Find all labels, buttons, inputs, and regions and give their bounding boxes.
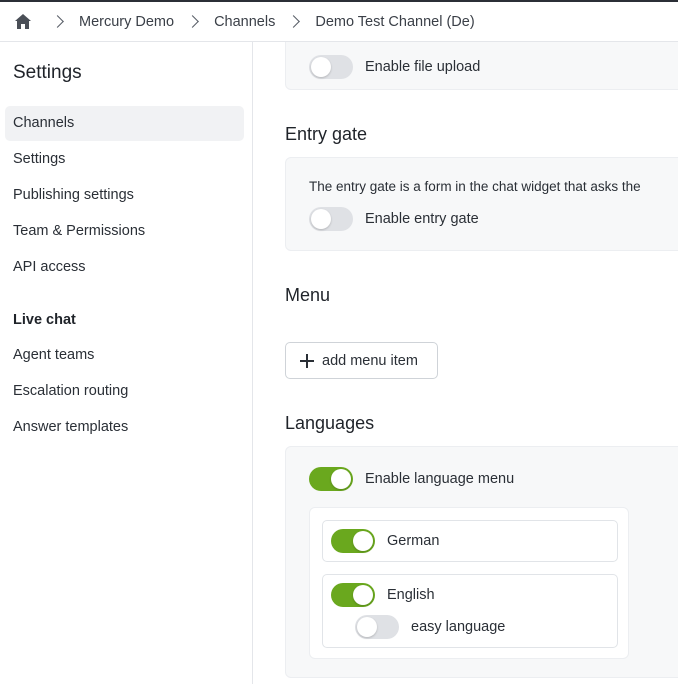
menu-title: Menu [285,285,331,305]
language-list: German English easy language [309,507,629,659]
easy-language-toggle[interactable] [355,615,399,639]
channel-settings-main: Enable file upload Entry gate The entry … [254,42,678,684]
file-upload-label: Enable file upload [365,59,481,75]
sidebar-item-escalation-routing[interactable]: Escalation routing [5,374,244,409]
english-toggle[interactable] [331,583,375,607]
chevron-right-icon [287,15,301,28]
language-item-english: English easy language [322,574,618,648]
language-item-german: German [322,520,618,562]
entry-gate-label: Enable entry gate [365,211,479,227]
add-menu-item-label: add menu item [322,352,418,369]
german-label: German [387,533,440,549]
entry-gate-description: The entry gate is a form in the chat wid… [309,179,641,194]
language-menu-toggle[interactable] [309,467,353,491]
german-toggle[interactable] [331,529,375,553]
sidebar-item-api-access[interactable]: API access [5,250,244,285]
breadcrumb-item-mercury-demo[interactable]: Mercury Demo [79,14,174,30]
sidebar-item-publishing-settings[interactable]: Publishing settings [5,178,244,213]
sidebar-item-team-permissions[interactable]: Team & Permissions [5,214,244,249]
breadcrumb: Mercury Demo Channels Demo Test Channel … [0,0,678,42]
entry-gate-title: Entry gate [285,124,368,144]
sidebar-item-channels[interactable]: Channels [5,106,244,141]
sidebar-title: Settings [13,62,82,83]
entry-gate-card: The entry gate is a form in the chat wid… [285,157,678,251]
chevron-right-icon [51,15,64,28]
add-menu-item-button[interactable]: add menu item [285,342,438,379]
breadcrumb-item-channels[interactable]: Channels [214,14,275,30]
breadcrumb-item-current-channel: Demo Test Channel (De) [315,13,475,30]
sidebar-item-answer-templates[interactable]: Answer templates [5,410,244,445]
chevron-right-icon [186,15,199,28]
home-icon[interactable] [13,12,33,32]
language-menu-label: Enable language menu [365,471,515,487]
sidebar-item-settings[interactable]: Settings [5,142,244,177]
sidebar-item-agent-teams[interactable]: Agent teams [5,338,244,373]
plus-icon [300,353,314,368]
sidebar-heading-live-chat: Live chat [13,312,76,328]
settings-sidebar: Settings Channels Settings Publishing se… [0,42,253,684]
languages-title: Languages [285,413,375,433]
english-label: English [387,587,435,603]
file-upload-toggle[interactable] [309,55,353,79]
entry-gate-toggle[interactable] [309,207,353,231]
file-upload-card: Enable file upload [285,42,678,90]
easy-language-label: easy language [411,619,506,635]
